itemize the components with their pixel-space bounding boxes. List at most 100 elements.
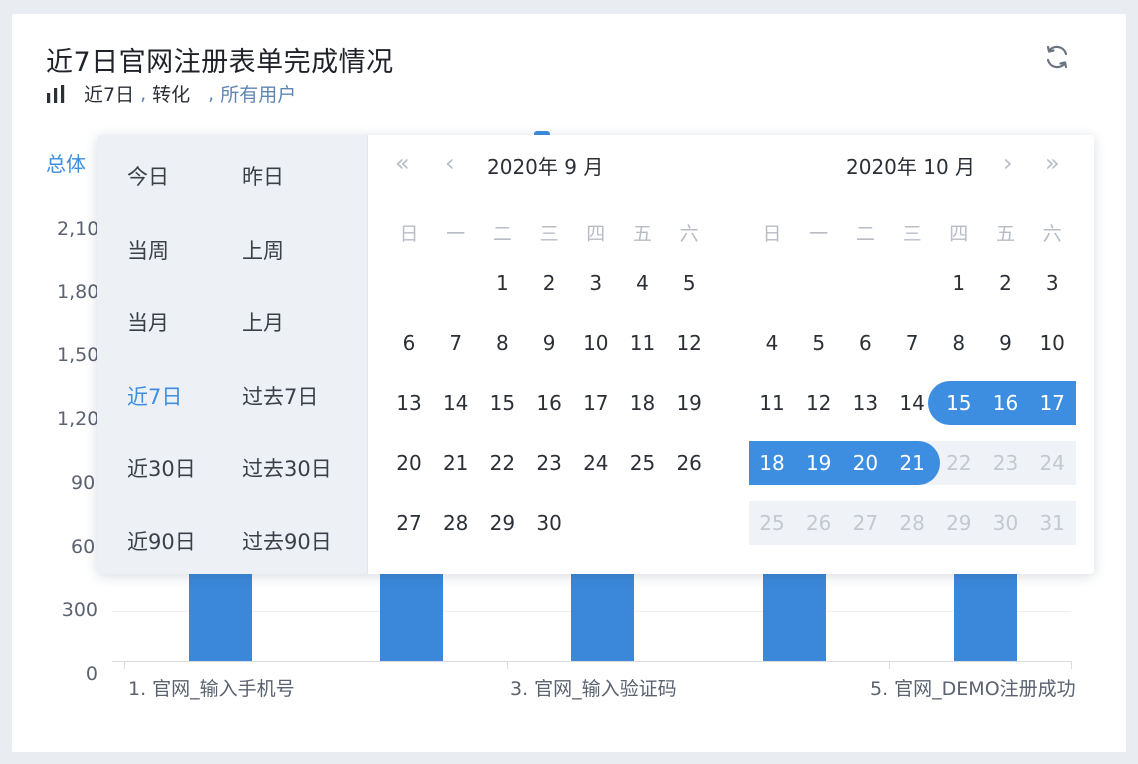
next-month-button[interactable]: › xyxy=(1003,149,1013,177)
shortcut-option[interactable]: 今日 xyxy=(127,161,169,191)
calendar-day[interactable]: 8 xyxy=(936,321,982,365)
weekday-label: 四 xyxy=(586,223,606,245)
calendar-day[interactable]: 1 xyxy=(479,261,525,305)
calendar-day[interactable]: 7 xyxy=(889,321,935,365)
calendar-day[interactable]: 30 xyxy=(526,501,572,545)
calendar-day[interactable]: 20 xyxy=(386,441,432,485)
calendar-day: 28 xyxy=(899,511,925,535)
y-tick-label: 300 xyxy=(61,599,98,621)
weekday-label: 三 xyxy=(902,223,922,245)
calendar-day[interactable]: 13 xyxy=(386,381,432,425)
calendar-day[interactable]: 17 xyxy=(1029,381,1075,425)
shortcut-option[interactable]: 过去90日 xyxy=(242,526,332,556)
calendar-day[interactable]: 9 xyxy=(983,321,1029,365)
calendar-day[interactable]: 4 xyxy=(749,321,795,365)
calendar-day[interactable]: 19 xyxy=(666,381,712,425)
x-tick-mark xyxy=(1071,661,1072,669)
shortcut-option[interactable]: 当月 xyxy=(127,307,169,337)
calendar-day[interactable]: 16 xyxy=(983,381,1029,425)
calendar-day[interactable]: 6 xyxy=(842,321,888,365)
calendar-day[interactable]: 3 xyxy=(573,261,619,305)
calendar-day[interactable]: 26 xyxy=(666,441,712,485)
calendar-day[interactable]: 10 xyxy=(1029,321,1075,365)
calendar-day[interactable]: 11 xyxy=(620,321,666,365)
metric-selector[interactable]: 转化 xyxy=(152,80,190,107)
calendar-day[interactable]: 28 xyxy=(433,501,479,545)
calendar-day[interactable]: 25 xyxy=(620,441,666,485)
subtitle-separator: , xyxy=(208,82,215,105)
chart-bar[interactable] xyxy=(571,560,634,661)
shortcut-option[interactable]: 过去7日 xyxy=(242,381,318,411)
x-tick-mark xyxy=(124,661,125,669)
calendar-day[interactable]: 24 xyxy=(573,441,619,485)
chart-bar[interactable] xyxy=(380,560,443,661)
calendar-day: 31 xyxy=(1039,511,1065,535)
weekday-label: 日 xyxy=(399,223,419,245)
calendar-day[interactable]: 20 xyxy=(842,441,888,485)
calendar-day[interactable]: 27 xyxy=(386,501,432,545)
calendar-day[interactable]: 3 xyxy=(1029,261,1075,305)
chart-bar[interactable] xyxy=(763,560,826,661)
shortcut-option[interactable]: 近30日 xyxy=(127,453,196,483)
refresh-icon[interactable] xyxy=(1042,42,1072,72)
weekday-label: 二 xyxy=(855,223,875,245)
calendar-day[interactable]: 7 xyxy=(433,321,479,365)
shortcut-option[interactable]: 昨日 xyxy=(242,161,284,191)
calendar-day: 29 xyxy=(946,511,972,535)
x-tick-mark xyxy=(889,661,890,669)
calendar-day[interactable]: 5 xyxy=(796,321,842,365)
calendar-day[interactable]: 19 xyxy=(796,441,842,485)
next-year-button[interactable]: » xyxy=(1045,149,1060,177)
calendar-day: 26 xyxy=(805,511,832,535)
tab-total[interactable]: 总体 xyxy=(46,148,86,177)
calendar-day[interactable]: 12 xyxy=(796,381,842,425)
calendar-day[interactable]: 8 xyxy=(479,321,525,365)
calendar-day[interactable]: 18 xyxy=(749,441,795,485)
calendar-day[interactable]: 6 xyxy=(386,321,432,365)
calendar-day[interactable]: 9 xyxy=(526,321,572,365)
prev-month-button[interactable]: ‹ xyxy=(445,149,455,177)
shortcut-option[interactable]: 当周 xyxy=(127,235,169,265)
calendar-day[interactable]: 11 xyxy=(749,381,795,425)
calendar-day: 23 xyxy=(992,451,1019,475)
chart-bar[interactable] xyxy=(954,560,1017,661)
calendar-day[interactable]: 10 xyxy=(573,321,619,365)
bar-chart-icon xyxy=(47,84,65,103)
calendar-day[interactable]: 13 xyxy=(842,381,888,425)
calendar-day[interactable]: 23 xyxy=(526,441,572,485)
x-axis-label: 3. 官网_输入验证码 xyxy=(510,678,677,700)
calendar-day[interactable]: 1 xyxy=(936,261,982,305)
calendar-day[interactable]: 4 xyxy=(620,261,666,305)
x-axis xyxy=(112,661,1071,662)
shortcut-option[interactable]: 近7日 xyxy=(127,381,182,411)
calendar-day: 24 xyxy=(1039,451,1065,475)
weekday-label: 一 xyxy=(809,223,829,245)
range-selector[interactable]: 近7日 xyxy=(84,80,134,107)
weekday-label: 三 xyxy=(539,223,559,245)
subtitle-separator: , xyxy=(140,82,147,105)
calendar-day[interactable]: 21 xyxy=(889,441,935,485)
shortcut-option[interactable]: 上周 xyxy=(242,235,284,265)
user-filter[interactable]: 所有用户 xyxy=(220,80,296,107)
calendar-day[interactable]: 16 xyxy=(526,381,572,425)
calendar-day[interactable]: 12 xyxy=(666,321,712,365)
chart-bar[interactable] xyxy=(189,560,252,661)
calendar-day[interactable]: 2 xyxy=(526,261,572,305)
calendar-day[interactable]: 18 xyxy=(620,381,666,425)
shortcut-option[interactable]: 过去30日 xyxy=(242,453,332,483)
calendar-day[interactable]: 22 xyxy=(479,441,525,485)
calendar-day[interactable]: 21 xyxy=(433,441,479,485)
prev-year-button[interactable]: « xyxy=(395,149,410,177)
shortcut-option[interactable]: 上月 xyxy=(242,307,284,337)
calendar-day[interactable]: 15 xyxy=(479,381,525,425)
calendar-day[interactable]: 15 xyxy=(936,381,982,425)
calendar-day[interactable]: 17 xyxy=(573,381,619,425)
calendar-day[interactable]: 5 xyxy=(666,261,712,305)
shortcut-option[interactable]: 近90日 xyxy=(127,526,196,556)
calendar-day[interactable]: 29 xyxy=(479,501,525,545)
shortcut-panel: 今日 昨日当周 上周当月 上月近7日 过去7日近30日 过去30日近90日 过去90日 xyxy=(97,135,368,574)
calendar-day[interactable]: 14 xyxy=(433,381,479,425)
calendar-day[interactable]: 2 xyxy=(983,261,1029,305)
calendar-day[interactable]: 14 xyxy=(889,381,935,425)
calendar-day: 25 xyxy=(759,511,785,535)
